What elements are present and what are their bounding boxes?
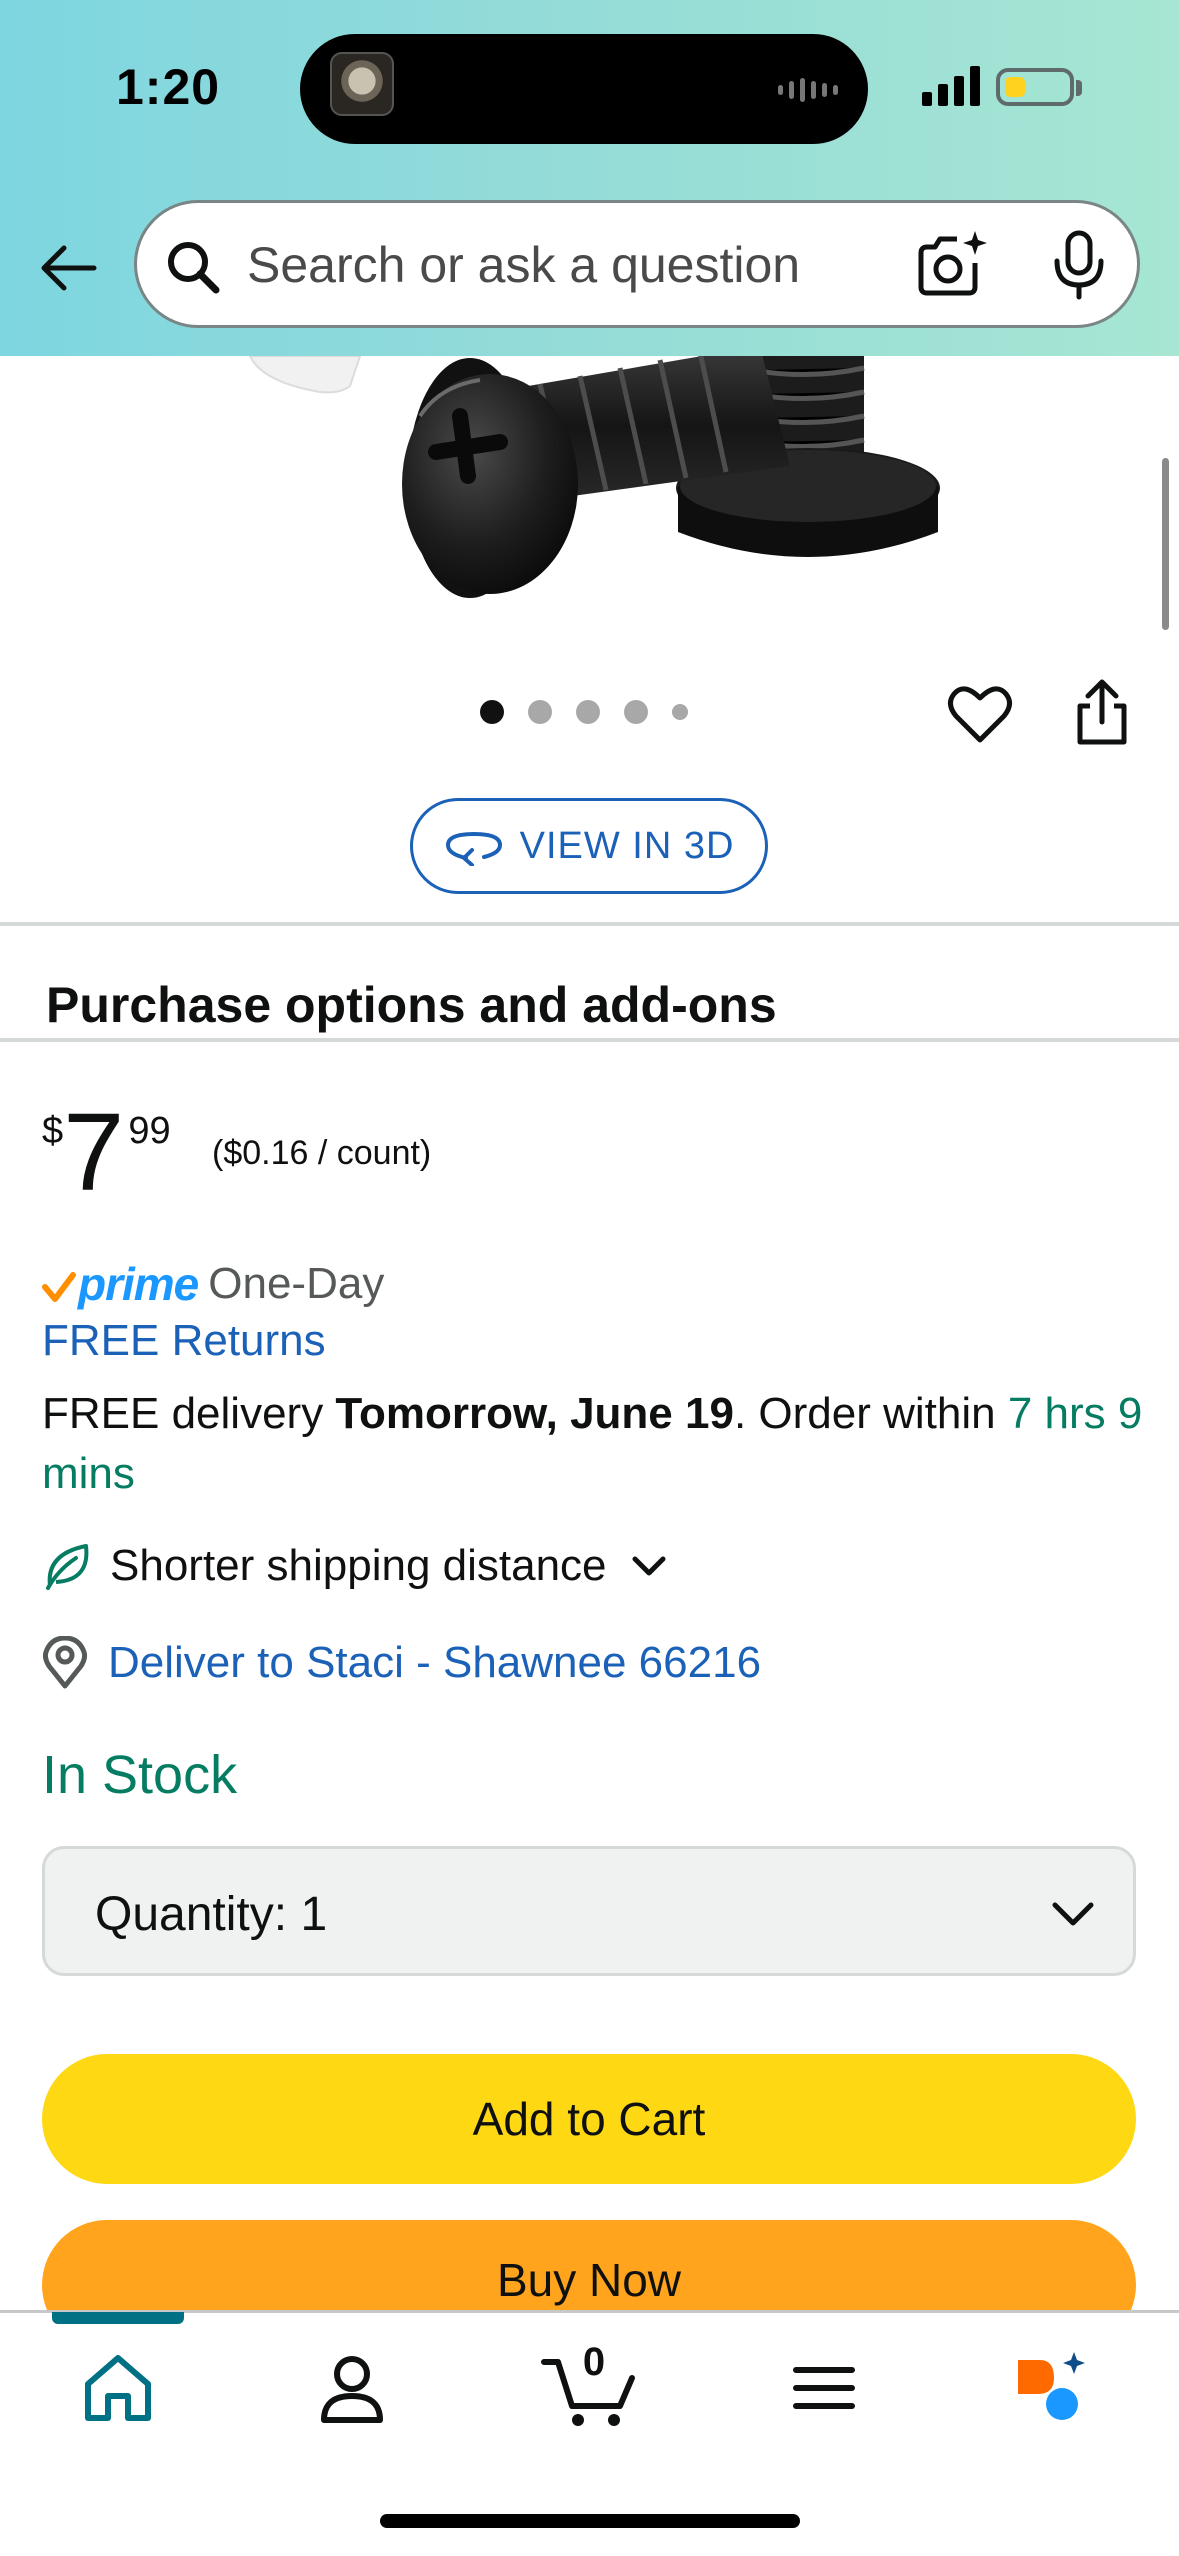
price-whole: 7: [63, 1091, 125, 1214]
view-in-3d-button[interactable]: VIEW IN 3D: [410, 798, 768, 894]
prime-check-icon: [42, 1272, 76, 1302]
active-tab-indicator: [52, 2312, 184, 2324]
camera-search-icon[interactable]: [913, 227, 989, 303]
carousel-dot[interactable]: [624, 700, 648, 724]
app-header: 1:20: [0, 0, 1179, 356]
back-arrow-icon[interactable]: [36, 236, 100, 300]
chevron-down-icon: [1052, 1902, 1094, 1926]
section-divider: [0, 922, 1179, 926]
screw-product-photo: [248, 356, 940, 598]
prime-speed: One-Day: [208, 1259, 385, 1308]
menu-icon[interactable]: [784, 2348, 864, 2428]
heart-icon[interactable]: [946, 680, 1014, 748]
delivery-middle: . Order within: [733, 1389, 1008, 1438]
price: $ 7 99: [42, 1098, 171, 1208]
shipping-label: Shorter shipping distance: [110, 1541, 607, 1590]
unit-price: ($0.16 / count): [212, 1134, 432, 1172]
price-currency: $: [42, 1110, 64, 1152]
home-icon[interactable]: [78, 2348, 158, 2428]
search-input[interactable]: [247, 233, 807, 297]
rotate-3d-icon: [445, 831, 502, 866]
delivery-message: FREE delivery Tomorrow, June 19. Order w…: [42, 1384, 1152, 1504]
add-to-cart-button[interactable]: Add to Cart: [42, 2054, 1136, 2184]
free-returns-link[interactable]: FREE Returns: [42, 1316, 326, 1366]
battery-icon: [996, 68, 1074, 106]
prime-label: prime: [78, 1258, 199, 1310]
shorter-shipping-distance[interactable]: Shorter shipping distance: [42, 1540, 669, 1592]
cart-count-badge: 0: [582, 2340, 606, 2384]
quantity-value: 1: [300, 1888, 328, 1941]
deliver-to-location[interactable]: Deliver to Staci - Shawnee 66216: [42, 1636, 761, 1690]
cellular-signal-icon: [922, 62, 980, 106]
leaf-icon: [46, 1544, 89, 1590]
carousel-dot[interactable]: [480, 700, 504, 724]
rufus-assistant-icon[interactable]: [1010, 2348, 1090, 2428]
scroll-indicator[interactable]: [1162, 458, 1169, 630]
carousel-dot[interactable]: [528, 700, 552, 724]
delivery-prefix: FREE delivery: [42, 1389, 336, 1438]
deliver-to-label: Deliver to Staci - Shawnee 66216: [108, 1638, 762, 1687]
audio-waveform-icon: [778, 78, 838, 102]
home-indicator-bar: [380, 2514, 800, 2528]
account-icon[interactable]: [312, 2348, 392, 2428]
carousel-dot[interactable]: [672, 704, 688, 720]
quantity-dropdown[interactable]: Quantity: 1: [42, 1846, 1136, 1976]
battery-tip: [1076, 80, 1082, 96]
stock-status: In Stock: [42, 1745, 238, 1805]
chevron-down-icon: [632, 1556, 666, 1576]
product-image[interactable]: [0, 356, 1179, 686]
section-title: Purchase options and add-ons: [46, 977, 777, 1033]
location-pin-icon: [42, 1636, 88, 1689]
share-icon[interactable]: [1070, 678, 1134, 748]
section-divider: [0, 1038, 1179, 1042]
status-time: 1:20: [116, 59, 221, 115]
delivery-date: Tomorrow, June 19: [335, 1389, 734, 1438]
price-fraction: 99: [128, 1110, 171, 1152]
search-icon: [168, 242, 220, 294]
carousel-dot[interactable]: [576, 700, 600, 724]
quantity-label: Quantity: 1: [95, 1888, 328, 1941]
prime-badge: prime One-Day: [42, 1256, 384, 1312]
search-bar[interactable]: [134, 200, 1140, 328]
now-playing-artwork-icon: [330, 52, 394, 116]
image-carousel-dots[interactable]: [480, 700, 688, 724]
view-in-3d-label: VIEW IN 3D: [519, 824, 735, 867]
microphone-icon[interactable]: [1047, 229, 1111, 301]
